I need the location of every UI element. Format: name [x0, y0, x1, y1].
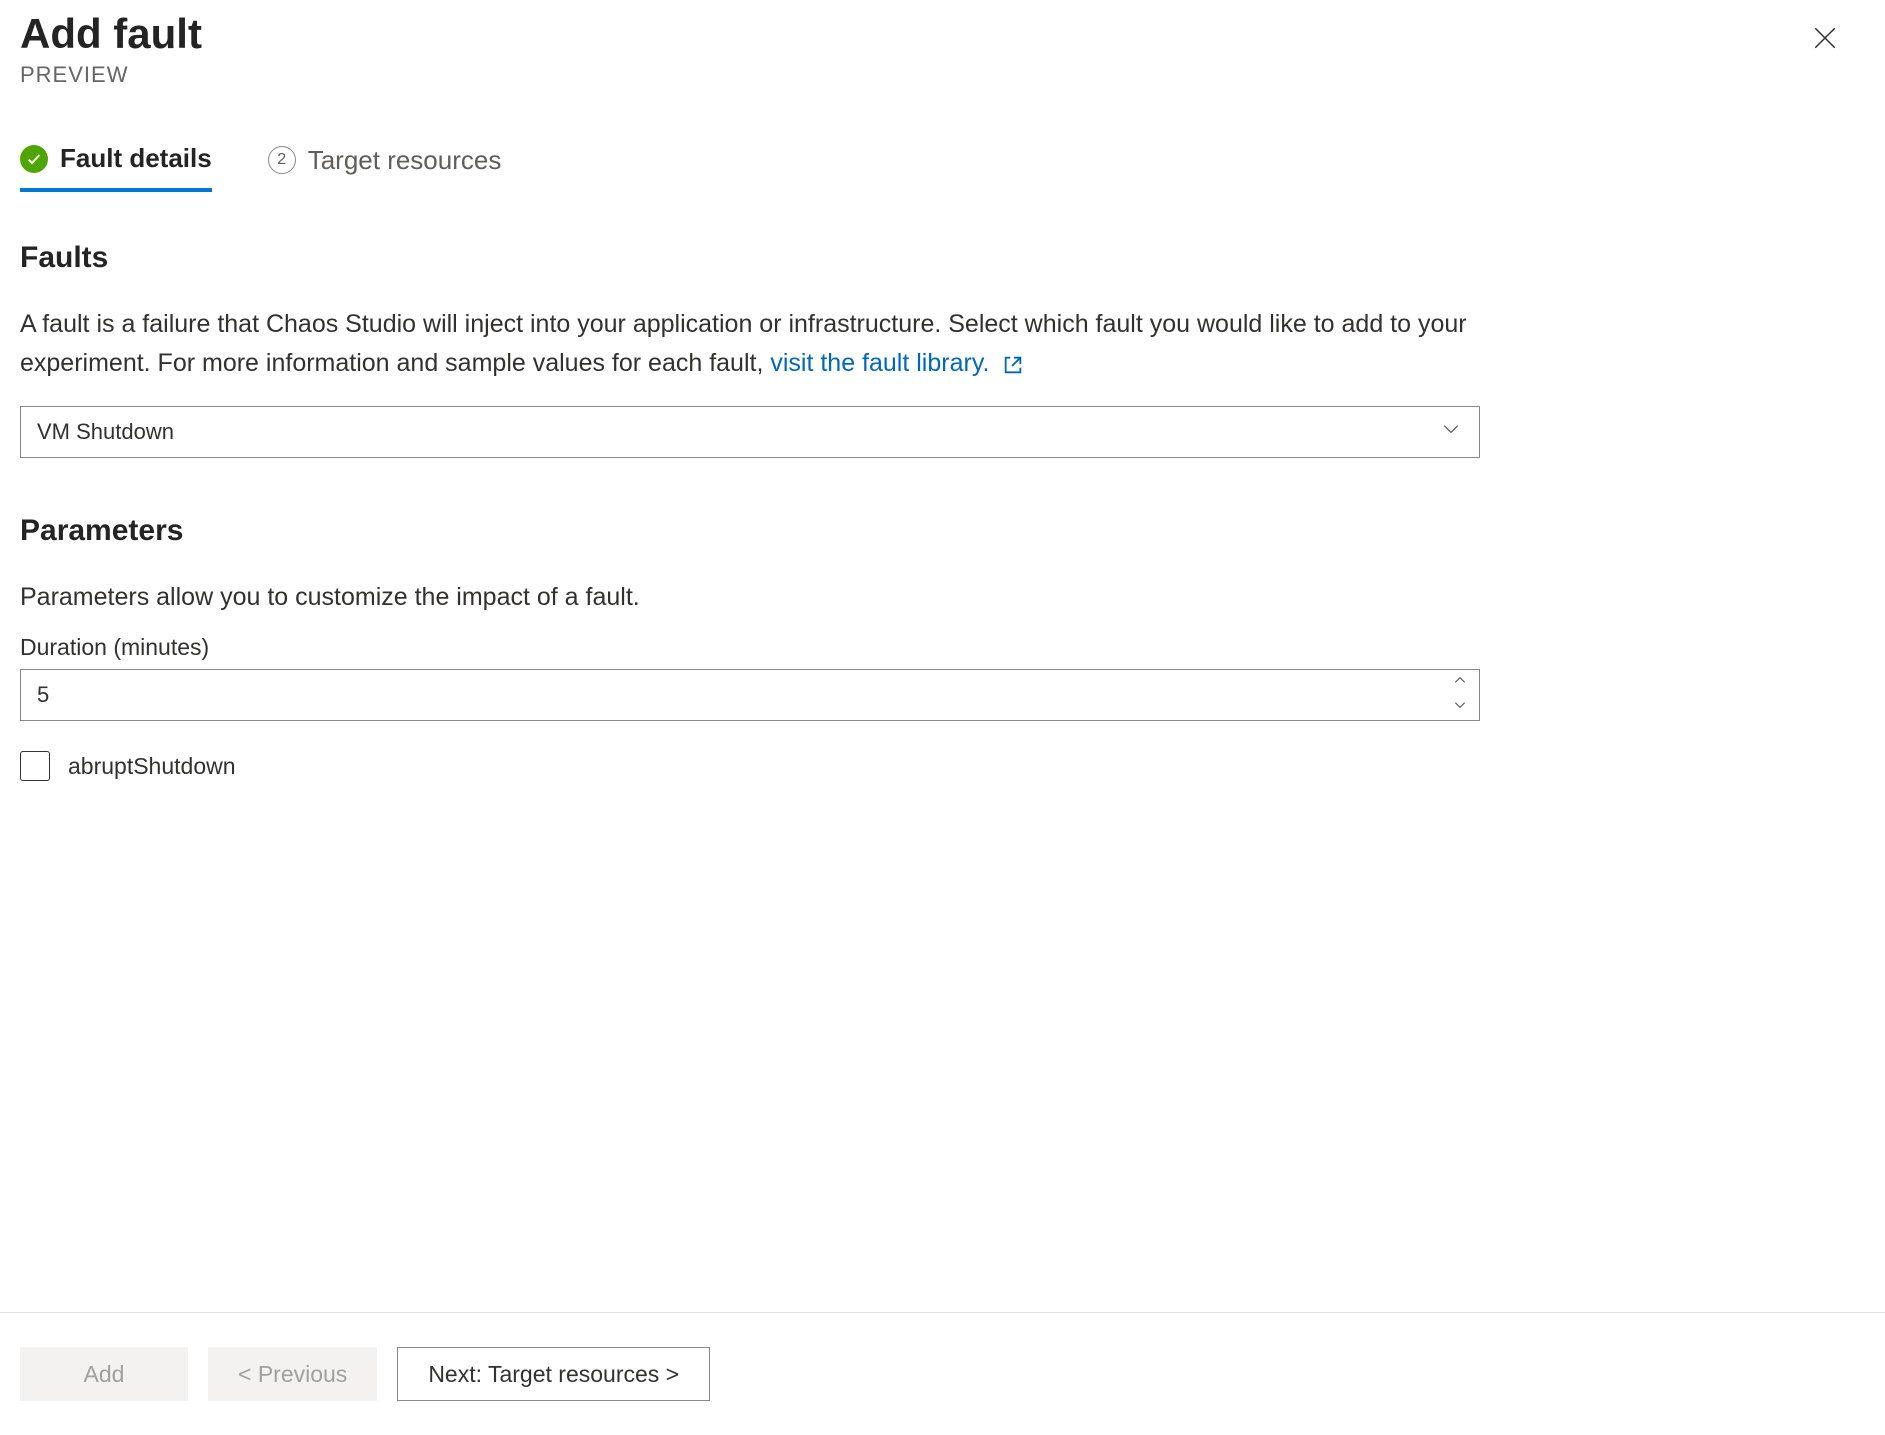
tab-target-resources[interactable]: 2 Target resources — [268, 143, 502, 191]
duration-label: Duration (minutes) — [20, 634, 1480, 661]
tab-fault-details[interactable]: Fault details — [20, 143, 212, 192]
tab-label: Fault details — [60, 143, 212, 174]
preview-tag: PREVIEW — [20, 62, 1865, 88]
increment-button[interactable] — [1441, 670, 1479, 695]
faults-heading: Faults — [20, 241, 1480, 275]
checkbox-label: abruptShutdown — [68, 753, 236, 780]
panel-title: Add fault — [20, 10, 1865, 58]
panel-header: Add fault PREVIEW — [0, 0, 1885, 88]
tab-label: Target resources — [308, 145, 502, 176]
checkbox-box — [20, 751, 50, 781]
faults-description-text: A fault is a failure that Chaos Studio w… — [20, 310, 1467, 377]
close-button[interactable] — [1809, 24, 1841, 56]
parameters-description: Parameters allow you to customize the im… — [20, 578, 1480, 617]
chevron-up-icon — [1453, 673, 1467, 692]
link-text: visit the fault library. — [770, 349, 989, 377]
chevron-down-icon — [1441, 419, 1461, 445]
decrement-button[interactable] — [1441, 695, 1479, 720]
abrupt-shutdown-checkbox[interactable]: abruptShutdown — [20, 751, 1480, 781]
fault-type-dropdown[interactable]: VM Shutdown — [20, 406, 1480, 458]
step-complete-icon — [20, 145, 48, 173]
spin-buttons — [1441, 670, 1479, 720]
add-fault-panel: Add fault PREVIEW Fault details 2 Target… — [0, 0, 1885, 1435]
add-button: Add — [20, 1347, 188, 1401]
previous-button: < Previous — [208, 1347, 377, 1401]
fault-library-link[interactable]: visit the fault library. — [770, 349, 1024, 377]
dropdown-value: VM Shutdown — [37, 419, 174, 445]
faults-section: Faults A fault is a failure that Chaos S… — [20, 241, 1480, 458]
duration-stepper[interactable] — [20, 669, 1480, 721]
next-button[interactable]: Next: Target resources > — [397, 1347, 710, 1401]
panel-footer: Add < Previous Next: Target resources > — [0, 1312, 1885, 1435]
chevron-down-icon — [1453, 698, 1467, 717]
duration-input[interactable] — [21, 670, 1441, 720]
external-link-icon — [1002, 349, 1024, 388]
close-icon — [1812, 25, 1838, 56]
step-number-badge: 2 — [268, 146, 296, 174]
parameters-section: Parameters Parameters allow you to custo… — [20, 514, 1480, 782]
panel-content: Faults A fault is a failure that Chaos S… — [0, 191, 1500, 1312]
faults-description: A fault is a failure that Chaos Studio w… — [20, 305, 1480, 388]
parameters-heading: Parameters — [20, 514, 1480, 548]
wizard-tabs: Fault details 2 Target resources — [0, 143, 1885, 191]
